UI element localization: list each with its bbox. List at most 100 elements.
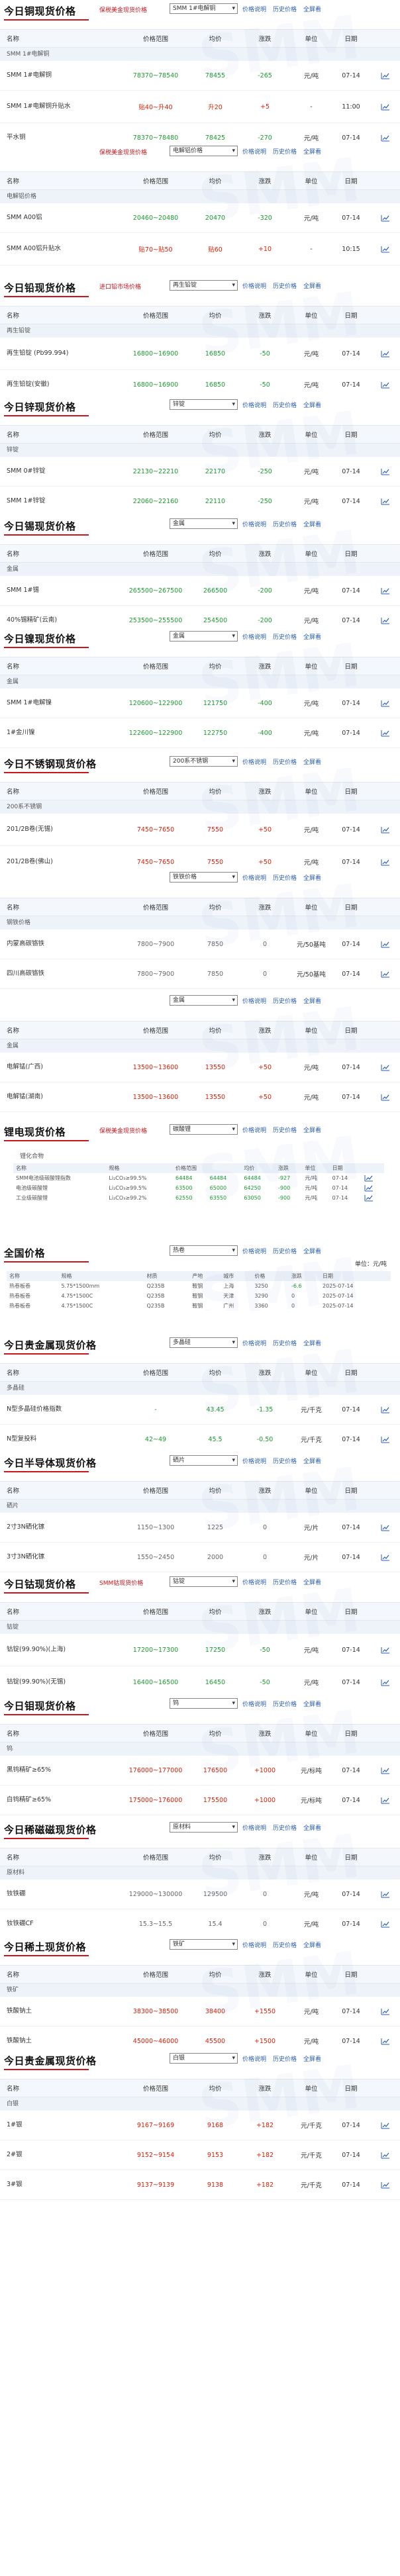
item-name[interactable]: SMM 0#锌锭 [0,467,119,475]
table-row[interactable]: SMM 1#锡 265500~267500 266500 -200 元/吨 07-14 [0,576,400,606]
category-select[interactable]: 钨 [170,1698,238,1709]
item-name[interactable]: 3寸3N硒化镓 [0,1553,119,1561]
table-row[interactable]: 1#银 9167~9169 9168 +182 元/千克 07-14 [0,2111,400,2140]
table-row[interactable]: 钕铁硼CF 15.3~15.5 15.4 0 元/吨 07-14 [0,1909,400,1939]
category-select[interactable]: 再生铅锭 [170,280,238,291]
history-price-link[interactable]: 历史价格 [273,1127,297,1134]
category-select[interactable]: 钴锭 [170,1576,238,1587]
trend-chart-icon[interactable] [381,350,390,358]
section-note-link[interactable]: 进口铅市场价格 [99,282,141,291]
price-explain-link[interactable]: 价格说明 [242,1249,266,1255]
fullscreen-link[interactable]: 全屏看 [303,522,321,528]
table-row[interactable]: 白钨精矿≥65% 175000~176000 175500 +1000 元/标吨 07-1… [0,1786,400,1815]
table-row[interactable]: 电池级碳酸锂 Li₂CO₃≥99.5% 63500 65000 64250 -900 元/吨… [13,1183,384,1193]
price-explain-link[interactable]: 价格说明 [242,634,266,641]
trend-chart-icon[interactable] [381,1064,390,1071]
item-name[interactable]: SMM 1#锌锭 [0,497,119,505]
fullscreen-link[interactable]: 全屏看 [303,1825,321,1832]
trend-chart-icon[interactable] [381,2181,390,2189]
section-note-link[interactable]: 保税美金现货价格 [99,1126,147,1135]
trend-chart-icon[interactable] [381,1797,390,1804]
fullscreen-link[interactable]: 全屏看 [303,403,321,409]
category-select[interactable]: 铁矿 [170,1939,238,1950]
item-name[interactable]: SMM A00铝升贴水 [0,245,119,253]
table-row[interactable]: 热卷板卷 4.75*1500C Q235B 鞍钢 广州 3360 0 2025-07-14 [7,1301,391,1311]
category-select[interactable]: 200系不锈钢 [170,756,238,767]
category-select[interactable]: 金属 [170,995,238,1006]
table-row[interactable]: 黑钨精矿≥65% 176000~177000 176500 +1000 元/标吨 07-1… [0,1756,400,1786]
price-explain-link[interactable]: 价格说明 [242,1942,266,1949]
history-price-link[interactable]: 历史价格 [273,759,297,766]
table-row[interactable]: 3寸3N硒化镓 1550~2450 2000 0 元/片 07-14 [0,1543,400,1572]
trend-chart-icon[interactable] [381,730,390,737]
trend-chart-icon[interactable] [381,1891,390,1898]
item-name[interactable]: SMM 1#锡 [0,587,119,595]
category-select[interactable]: 锌锭 [170,399,238,410]
item-name[interactable]: 黑钨精矿≥65% [0,1766,119,1774]
item-name[interactable]: 铁酸钠土 [0,2037,119,2045]
history-price-link[interactable]: 历史价格 [273,1580,297,1586]
price-explain-link[interactable]: 价格说明 [242,283,266,290]
fullscreen-link[interactable]: 全屏看 [303,1127,321,1134]
trend-chart-icon[interactable] [381,700,390,707]
category-select[interactable]: 热卷 [170,1245,238,1256]
fullscreen-link[interactable]: 全屏看 [303,759,321,766]
item-name[interactable]: 2#银 [0,2151,119,2159]
trend-chart-icon[interactable] [381,2122,390,2129]
category-select[interactable]: 白银 [170,2053,238,2064]
trend-chart-icon[interactable] [381,2038,390,2045]
item-name[interactable]: 3#银 [0,2181,119,2189]
item-name[interactable]: 白钨精矿≥65% [0,1796,119,1804]
table-row[interactable]: 铁酸钠土 38300~38500 38400 +1550 元/吨 07-14 [0,1997,400,2027]
item-name[interactable]: 201/2B卷(佛山) [0,858,119,866]
item-name[interactable]: 1#金川镍 [0,729,119,737]
item-name[interactable]: SMM A00铝 [0,214,119,222]
table-row[interactable]: SMM A00铝升贴水 贴70~贴50 贴60 +10 - 10:15 [0,233,400,265]
table-row[interactable]: 再生铅锭 (Pb99.994) 16800~16900 16850 -50 元/吨 07-… [0,338,400,370]
item-name[interactable]: 钕铁硼CF [0,1920,119,1928]
table-row[interactable]: 2#银 9152~9154 9153 +182 元/千克 07-14 [0,2140,400,2170]
price-explain-link[interactable]: 价格说明 [242,2056,266,2063]
trend-chart-icon[interactable] [381,246,390,253]
history-price-link[interactable]: 历史价格 [273,998,297,1005]
item-name[interactable]: 平水铜 [0,134,119,142]
item-name[interactable]: 电解锰(广西) [0,1063,119,1071]
history-price-link[interactable]: 历史价格 [273,1458,297,1465]
fullscreen-link[interactable]: 全屏看 [303,1458,321,1465]
history-price-link[interactable]: 历史价格 [273,2056,297,2063]
category-select[interactable]: 金属 [170,631,238,642]
trend-chart-icon[interactable] [381,2008,390,2015]
price-explain-link[interactable]: 价格说明 [242,875,266,882]
history-price-link[interactable]: 历史价格 [273,1942,297,1949]
item-name[interactable]: 40%锡精矿(云南) [0,616,119,624]
trend-chart-icon[interactable] [381,72,390,79]
trend-chart-icon[interactable] [381,1554,390,1561]
item-name[interactable]: 1#银 [0,2121,119,2129]
fullscreen-link[interactable]: 全屏看 [303,1942,321,1949]
trend-chart-icon[interactable] [364,1194,374,1202]
fullscreen-link[interactable]: 全屏看 [303,1249,321,1255]
table-row[interactable]: 四川高碳铬铁 7800~7900 7850 0 元/50基吨 07-14 [0,959,400,989]
table-row[interactable]: 3#银 9137~9139 9138 +182 元/千克 07-14 [0,2170,400,2200]
table-row[interactable]: SMM电池级碳酸锂指数 Li₂CO₃≥99.5% 64484 64484 64484 -9… [13,1173,384,1183]
category-select[interactable]: SMM 1#电解铜 [170,3,238,14]
item-name[interactable]: 2寸3N硒化镓 [0,1523,119,1531]
trend-chart-icon[interactable] [381,215,390,222]
price-explain-link[interactable]: 价格说明 [242,1825,266,1832]
category-select[interactable]: 多晶硅 [170,1337,238,1348]
history-price-link[interactable]: 历史价格 [273,522,297,528]
history-price-link[interactable]: 历史价格 [273,7,297,13]
item-name[interactable]: N型多晶硅价格指数 [0,1406,119,1413]
trend-chart-icon[interactable] [381,859,390,866]
trend-chart-icon[interactable] [364,1174,374,1182]
price-explain-link[interactable]: 价格说明 [242,522,266,528]
trend-chart-icon[interactable] [381,103,390,111]
fullscreen-link[interactable]: 全屏看 [303,7,321,13]
fullscreen-link[interactable]: 全屏看 [303,283,321,290]
item-name[interactable]: 钕铁硼 [0,1890,119,1898]
item-name[interactable]: 再生铅锭(安徽) [0,381,119,389]
trend-chart-icon[interactable] [381,826,390,834]
trend-chart-icon[interactable] [381,2152,390,2159]
fullscreen-link[interactable]: 全屏看 [303,998,321,1005]
history-price-link[interactable]: 历史价格 [273,634,297,641]
